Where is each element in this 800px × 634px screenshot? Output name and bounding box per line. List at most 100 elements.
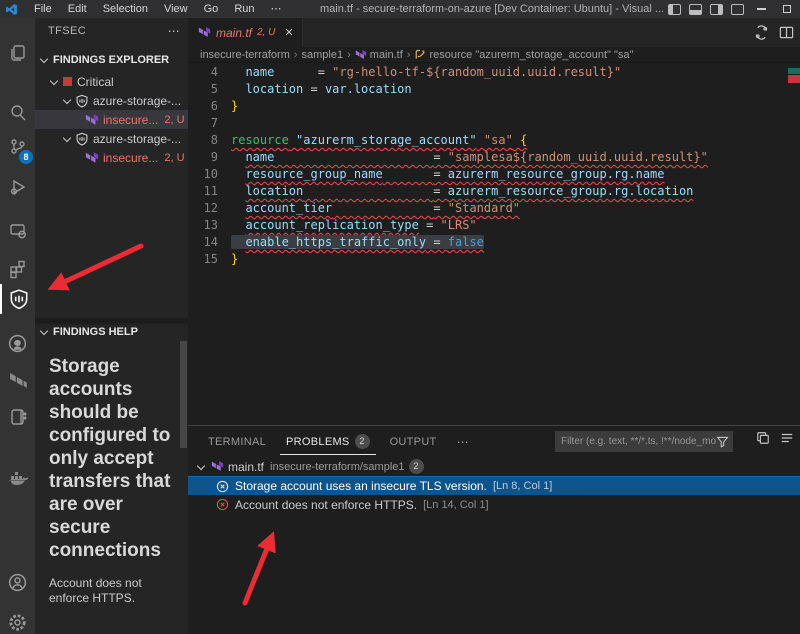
panel-more-icon[interactable]: ⋯: [451, 435, 475, 449]
menu-go[interactable]: Go: [196, 0, 227, 18]
chevron-down-icon: [40, 327, 48, 335]
tree-item-label: Critical: [77, 75, 114, 89]
github-icon[interactable]: [0, 328, 35, 358]
filter-funnel-icon[interactable]: [716, 435, 729, 448]
sidebar-scrollbar[interactable]: [180, 341, 187, 448]
problems-decoration: 2, U: [164, 114, 184, 126]
terraform-file-icon: [198, 26, 211, 39]
code-line-7[interactable]: 7: [188, 115, 800, 132]
breadcrumb-folder[interactable]: insecure-terraform: [200, 49, 290, 61]
settings-gear-icon[interactable]: [0, 607, 35, 634]
code-token: location: [245, 82, 303, 96]
problems-file-path: insecure-terraform/sample1: [270, 461, 405, 473]
problems-file-name: main.tf: [228, 460, 264, 474]
extensions-icon[interactable]: [0, 254, 35, 284]
menu-view[interactable]: View: [156, 0, 196, 18]
tree-item-insecure-2[interactable]: insecure... 2, U: [35, 148, 188, 167]
tree-item-label: azure-storage-...: [93, 94, 181, 108]
tree-item-label: insecure...: [103, 151, 158, 165]
problem-location: [Ln 14, Col 1]: [423, 499, 488, 511]
account-icon[interactable]: [0, 567, 35, 597]
line-content: account_replication_type = "LRS": [218, 217, 477, 234]
code-line-8[interactable]: 8resource "azurerm_storage_account" "sa"…: [188, 132, 800, 149]
section-divider[interactable]: [35, 318, 188, 321]
tree-item-azure-storage-1[interactable]: azure-storage-...: [35, 91, 188, 110]
code-token: =: [433, 184, 447, 198]
code-line-4[interactable]: 4 name = "rg-hello-tf-${random_uuid.uuid…: [188, 64, 800, 81]
line-content: }: [218, 251, 238, 268]
filter-input[interactable]: [561, 436, 716, 447]
problem-row-tls[interactable]: Storage account uses an insecure TLS ver…: [188, 476, 800, 495]
tab-problems[interactable]: PROBLEMS 2: [280, 428, 376, 455]
problem-message: Account does not enforce HTTPS.: [235, 498, 417, 512]
tab-terminal[interactable]: TERMINAL: [202, 430, 272, 453]
code-token: account_tier: [245, 201, 332, 215]
tab-output[interactable]: OUTPUT: [384, 430, 443, 453]
code-token: "sa": [484, 133, 513, 147]
code-editor[interactable]: 4 name = "rg-hello-tf-${random_uuid.uuid…: [188, 63, 800, 425]
code-line-5[interactable]: 5 location = var.location: [188, 81, 800, 98]
breadcrumb-file[interactable]: main.tf: [370, 49, 403, 61]
code-line-15[interactable]: 15}: [188, 251, 800, 268]
error-icon: [216, 480, 229, 493]
tfsec-icon[interactable]: [0, 284, 35, 314]
breadcrumb-separator: ›: [293, 49, 299, 61]
chevron-down-icon: [50, 76, 58, 84]
tab-bar: main.tf 2, U ✕: [188, 18, 800, 47]
breadcrumb-folder[interactable]: sample1: [302, 49, 344, 61]
line-number: 7: [188, 115, 218, 132]
docker-icon[interactable]: [0, 464, 35, 494]
toggle-secondary-sidebar-icon[interactable]: [710, 4, 723, 15]
tree-item-insecure-1[interactable]: insecure... 2, U: [35, 110, 188, 129]
tree-item-critical[interactable]: Critical: [35, 72, 188, 91]
line-content: }: [218, 98, 238, 115]
breadcrumb-separator: ›: [346, 49, 352, 61]
code-line-6[interactable]: 6}: [188, 98, 800, 115]
line-content: name = "samplesa${random_uuid.uuid.resul…: [218, 149, 708, 166]
remote-explorer-icon[interactable]: [0, 216, 35, 246]
close-icon[interactable]: ✕: [284, 26, 293, 39]
minimize-button[interactable]: [748, 0, 774, 18]
tree-item-azure-storage-2[interactable]: azure-storage-...: [35, 129, 188, 148]
problem-row-https[interactable]: Account does not enforce HTTPS. [Ln 14, …: [188, 495, 800, 514]
code-line-14[interactable]: 14 enable_https_traffic_only = false: [188, 234, 800, 251]
findings-help-header[interactable]: FINDINGS HELP: [35, 323, 188, 341]
split-editor-icon[interactable]: [779, 25, 794, 40]
maximize-button[interactable]: [774, 0, 800, 18]
overview-ruler-mark-teal: [788, 68, 800, 74]
terraform-icon[interactable]: [0, 366, 35, 396]
explorer-icon[interactable]: [0, 38, 35, 68]
run-debug-icon[interactable]: [0, 172, 35, 202]
findings-explorer-header[interactable]: FINDINGS EXPLORER: [35, 51, 188, 69]
copy-icon[interactable]: [756, 431, 770, 445]
search-icon[interactable]: [0, 98, 35, 128]
title-bar: File Edit Selection View Go Run ⋯ main.t…: [0, 0, 800, 18]
code-line-10[interactable]: 10 resource_group_name = azurerm_resourc…: [188, 166, 800, 183]
code-line-9[interactable]: 9 name = "samplesa${random_uuid.uuid.res…: [188, 149, 800, 166]
code-line-13[interactable]: 13 account_replication_type = "LRS": [188, 217, 800, 234]
menu-overflow[interactable]: ⋯: [263, 0, 290, 18]
problems-file-row[interactable]: main.tf insecure-terraform/sample1 2: [188, 457, 800, 476]
view-as-list-icon[interactable]: [780, 431, 794, 445]
menu-file[interactable]: File: [26, 0, 60, 18]
tab-main-tf[interactable]: main.tf 2, U ✕: [188, 18, 303, 47]
open-changes-icon[interactable]: [754, 25, 769, 40]
menu-run[interactable]: Run: [226, 0, 262, 18]
toggle-panel-icon[interactable]: [689, 4, 702, 15]
code-token: [231, 65, 245, 79]
code-token: "LRS": [441, 218, 477, 232]
customize-layout-icon[interactable]: [731, 4, 744, 15]
code-token: =: [426, 218, 440, 232]
problems-filter[interactable]: [555, 431, 733, 452]
menu-edit[interactable]: Edit: [60, 0, 95, 18]
code-token: location: [245, 184, 303, 198]
code-line-11[interactable]: 11 location = azurerm_resource_group.rg.…: [188, 183, 800, 200]
menu-selection[interactable]: Selection: [95, 0, 156, 18]
code-line-12[interactable]: 12 account_tier = "Standard": [188, 200, 800, 217]
line-number: 10: [188, 166, 218, 183]
toggle-sidebar-icon[interactable]: [668, 4, 681, 15]
notebook-icon[interactable]: [0, 402, 35, 432]
source-control-icon[interactable]: 8: [0, 132, 35, 162]
sidebar-more-icon[interactable]: ⋯: [168, 24, 180, 38]
breadcrumb-symbol[interactable]: resource "azurerm_storage_account" "sa": [429, 49, 633, 61]
